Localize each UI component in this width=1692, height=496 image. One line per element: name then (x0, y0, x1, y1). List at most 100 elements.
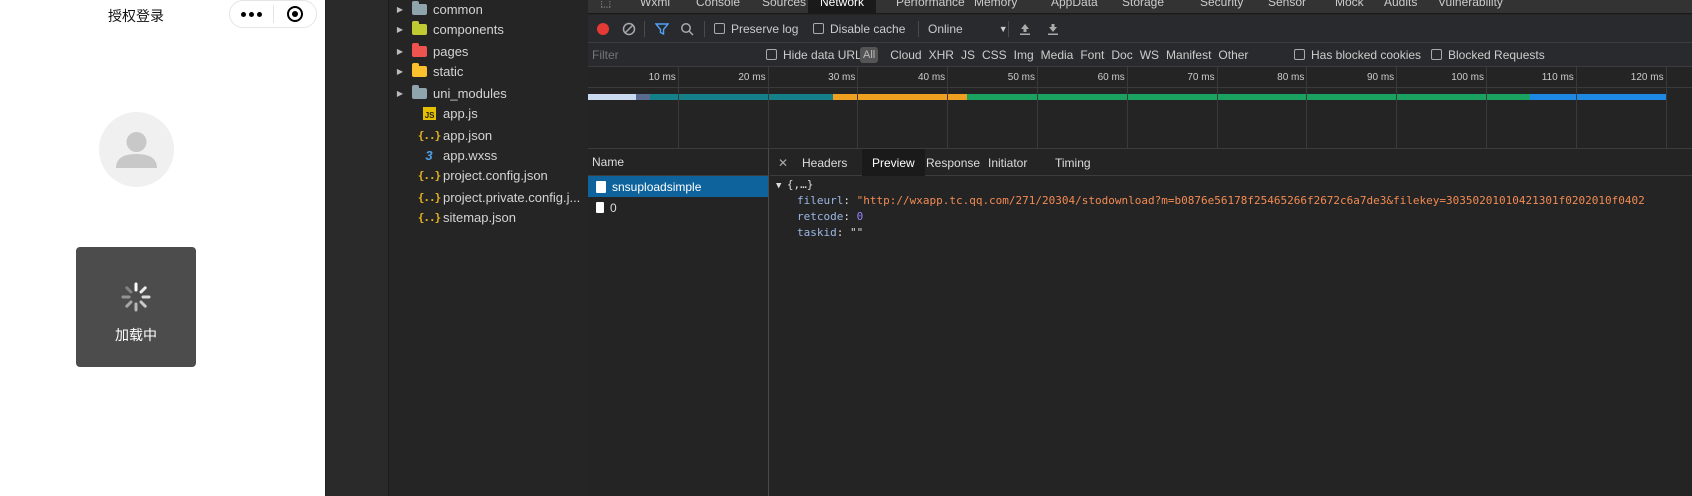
json-value: "" (850, 226, 864, 239)
preserve-log-checkbox[interactable]: Preserve log (714, 15, 798, 42)
type-filter-xhr[interactable]: XHR (929, 48, 954, 62)
record-button[interactable] (596, 15, 610, 42)
tab-console[interactable]: Console (696, 0, 740, 9)
more-options-icon[interactable] (230, 11, 273, 17)
tab-memory[interactable]: Memory (974, 0, 1017, 9)
css-file-icon: 3 (425, 147, 433, 163)
type-filter-css[interactable]: CSS (982, 48, 1007, 62)
tab-audits[interactable]: Audits (1384, 0, 1417, 9)
toolbar-divider (644, 21, 645, 37)
tree-item-pages[interactable]: ▶ pages (389, 40, 589, 62)
devtools-panel: ⬚ Wxml Console Sources Network Performance Me… (588, 0, 1692, 496)
tab-wxml[interactable]: Wxml (640, 0, 670, 9)
type-filter-all[interactable]: All (860, 46, 879, 63)
json-file-icon: {..} (417, 190, 441, 204)
chevron-right-icon[interactable]: ▶ (389, 47, 411, 56)
json-colon: : (836, 226, 850, 239)
detail-tab-headers[interactable]: Headers (792, 149, 857, 176)
chevron-right-icon[interactable]: ▶ (389, 89, 411, 98)
chevron-right-icon[interactable]: ▶ (389, 5, 411, 14)
detail-tab-timing[interactable]: Timing (1045, 149, 1101, 176)
request-name: snsuploadsimple (612, 179, 702, 194)
import-har-button[interactable] (1018, 15, 1032, 42)
type-filter-js[interactable]: JS (961, 48, 975, 62)
type-filter-media[interactable]: Media (1041, 48, 1074, 62)
tree-item-sitemap-json[interactable]: {..} sitemap.json (389, 206, 589, 228)
detail-tab-initiator[interactable]: Initiator (978, 149, 1037, 176)
waterfall-segment (636, 94, 650, 100)
tab-vulnerability[interactable]: Vulnerability (1438, 0, 1503, 9)
loading-spinner-icon (121, 282, 151, 312)
tree-item-app-js[interactable]: JS app.js (389, 102, 589, 124)
tree-item-components[interactable]: ▶ components (389, 18, 589, 40)
inspect-element-icon[interactable]: ⬚ (600, 0, 611, 9)
blocked-requests-checkbox[interactable]: Blocked Requests (1431, 43, 1545, 66)
checkbox-box[interactable] (766, 49, 777, 60)
type-filter-img[interactable]: Img (1014, 48, 1034, 62)
tab-sensor[interactable]: Sensor (1268, 0, 1306, 9)
tree-item-label: project.config.json (443, 167, 548, 183)
chevron-right-icon[interactable]: ▶ (389, 25, 411, 34)
simulator-panel: 授权登录 加载中 (0, 0, 325, 496)
timeline-tick-label: 80 ms (1277, 72, 1305, 83)
network-toolbar: Preserve log Disable cache Online ▼ (588, 15, 1692, 43)
network-overview-timeline[interactable]: 10 ms 20 ms 30 ms 40 ms 50 ms 60 ms 70 ms 80 ms… (588, 67, 1692, 149)
export-har-button[interactable] (1046, 15, 1060, 42)
tree-item-label: app.wxss (443, 147, 498, 163)
editor-gutter (325, 0, 388, 496)
tab-appdata[interactable]: AppData (1051, 0, 1098, 9)
tree-item-project-config-json[interactable]: {..} project.config.json (389, 164, 589, 186)
type-filter-other[interactable]: Other (1218, 48, 1248, 62)
expand-triangle-icon[interactable]: ▼ (776, 181, 787, 191)
checkbox-box[interactable] (714, 23, 725, 34)
clear-icon (622, 22, 636, 35)
disable-cache-checkbox[interactable]: Disable cache (813, 15, 905, 42)
tab-mock[interactable]: Mock (1335, 0, 1364, 9)
json-root[interactable]: ▼ {,…} (770, 177, 1692, 193)
timeline-tick-label: 70 ms (1187, 72, 1215, 83)
tree-item-project-private-config-j-[interactable]: {..} project.private.config.j... (389, 186, 589, 208)
tab-sources[interactable]: Sources (762, 0, 806, 9)
tree-item-label: pages (433, 43, 469, 59)
tab-network[interactable]: Network (808, 0, 877, 13)
timeline-gridline: 70 ms (1187, 67, 1218, 148)
tree-item-common[interactable]: ▶ common (389, 0, 589, 20)
type-filter-font[interactable]: Font (1080, 48, 1104, 62)
tree-item-label: components (433, 21, 504, 37)
hide-data-urls-checkbox[interactable]: Hide data URLs (766, 43, 868, 66)
type-filter-cloud[interactable]: Cloud (890, 48, 921, 62)
tree-item-static[interactable]: ▶ static (389, 60, 589, 82)
tab-storage[interactable]: Storage (1122, 0, 1164, 9)
checkbox-box[interactable] (1294, 49, 1305, 60)
filter-input[interactable] (592, 45, 756, 64)
chevron-right-icon[interactable]: ▶ (389, 67, 411, 76)
search-button[interactable] (680, 15, 694, 42)
timeline-tick-label: 10 ms (648, 72, 676, 83)
preserve-log-label: Preserve log (731, 21, 799, 36)
throttling-select[interactable]: Online ▼ (928, 15, 1008, 42)
checkbox-box[interactable] (813, 23, 824, 34)
name-column-header[interactable]: Name (588, 149, 768, 176)
tree-item-uni-modules[interactable]: ▶ uni_modules (389, 82, 589, 104)
type-filter-ws[interactable]: WS (1140, 48, 1159, 62)
folder-icon (411, 42, 427, 58)
has-blocked-cookies-checkbox[interactable]: Has blocked cookies (1294, 43, 1421, 66)
clear-button[interactable] (622, 15, 636, 42)
request-row[interactable]: 0 (588, 197, 768, 218)
chevron-down-icon: ▼ (998, 23, 1008, 34)
checkbox-box[interactable] (1431, 49, 1442, 60)
tab-performance[interactable]: Performance (896, 0, 965, 9)
avatar[interactable] (99, 112, 174, 187)
folder-icon (411, 20, 427, 36)
type-filter-doc[interactable]: Doc (1111, 48, 1132, 62)
tree-item-app-json[interactable]: {..} app.json (389, 124, 589, 146)
page-title: 授权登录 (108, 8, 164, 24)
tree-item-app-wxss[interactable]: 3 app.wxss (389, 144, 589, 166)
request-row[interactable]: snsuploadsimple (588, 176, 768, 197)
tree-item-label: sitemap.json (443, 209, 516, 225)
filter-toggle-button[interactable] (655, 15, 669, 42)
tab-security[interactable]: Security (1200, 0, 1243, 9)
close-mini-program-icon[interactable] (274, 6, 316, 22)
type-filter-manifest[interactable]: Manifest (1166, 48, 1211, 62)
disable-cache-label: Disable cache (830, 21, 906, 36)
